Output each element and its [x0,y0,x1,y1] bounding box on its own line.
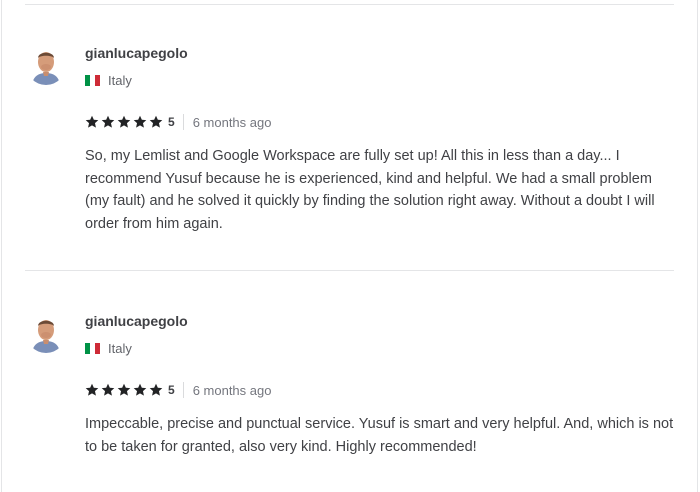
star-rating [85,383,163,397]
review-text: Impeccable, precise and punctual service… [85,416,674,455]
star-icon [101,115,115,128]
country: Italy [85,341,132,356]
reviews-panel: gianlucapegolo Italy 5 6 months ago So, … [1,0,698,492]
user-avatar-icon [26,313,66,353]
rating-row: 5 6 months ago [85,113,271,131]
star-icon [133,383,147,396]
rating-separator [182,382,184,398]
star-icon [117,115,131,128]
username[interactable]: gianlucapegolo [85,313,188,329]
rating-row: 5 6 months ago [85,381,271,399]
star-icon [85,383,99,396]
star-icon [133,115,147,128]
avatar[interactable] [26,45,66,85]
star-rating [85,115,163,129]
star-icon [85,115,99,128]
rating-score: 5 [168,383,175,397]
divider [25,4,674,5]
italy-flag-icon [85,343,100,354]
italy-flag-icon [85,75,100,86]
review-time: 6 months ago [192,382,272,398]
rating-score: 5 [168,115,175,129]
country-label: Italy [108,341,132,356]
review-text: So, my Lemlist and Google Workspace are … [85,148,655,232]
avatar[interactable] [26,313,66,353]
star-icon [149,383,163,396]
star-icon [149,115,163,128]
country-label: Italy [108,73,132,88]
divider [25,270,674,271]
rating-separator [182,114,184,130]
username[interactable]: gianlucapegolo [85,45,188,61]
star-icon [101,383,115,396]
review-time: 6 months ago [192,114,272,130]
country: Italy [85,73,132,88]
star-icon [117,383,131,396]
user-avatar-icon [26,45,66,85]
